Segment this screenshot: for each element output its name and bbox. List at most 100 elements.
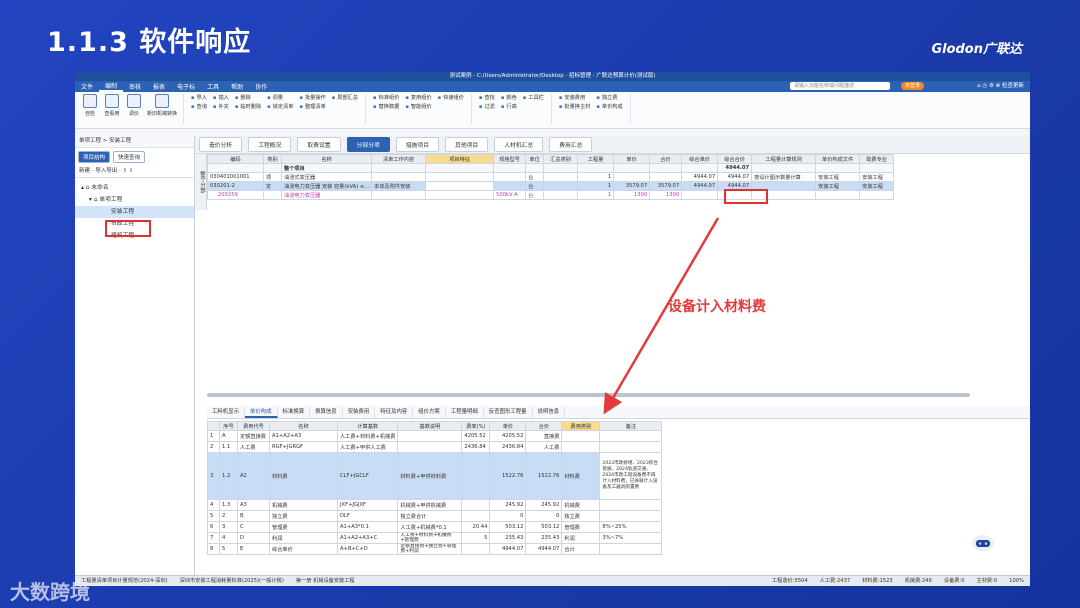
col-fee-code[interactable]: 费用代号 [237, 421, 270, 431]
table-row[interactable]: 6 3 C 管理费 A1+A3*0.1 人工费+机械费*0.1 20.44 503.12 503… [207, 521, 663, 533]
col-amount[interactable]: 合价 [525, 421, 563, 431]
tab-quick-query[interactable]: 快速查询 [113, 151, 146, 163]
std-pricing-button[interactable]: 标准组价 [373, 94, 400, 103]
lock-list-button[interactable]: 锁定清单 [267, 103, 294, 112]
col-price-file[interactable]: 单价构成文件 [815, 154, 861, 164]
sort-list-button[interactable]: 整理清单 [299, 103, 326, 112]
color-button[interactable]: 颜色 [501, 94, 516, 103]
col-rate[interactable]: 费率(%) [461, 421, 491, 431]
tab-qty-detail[interactable]: 工程量明细 [446, 406, 484, 418]
tab-fee-settings[interactable]: 取费设置 [297, 137, 341, 152]
view-usage-button[interactable]: 查看用 [101, 94, 123, 117]
col-unit[interactable]: 单位 [525, 154, 545, 164]
menu-collab[interactable]: 协作 [249, 82, 273, 91]
tab-install-fee[interactable]: 安装费用 [343, 406, 376, 418]
menu-ebid[interactable]: 电子标 [171, 82, 201, 91]
tab-resource-display[interactable]: 工料机显示 [207, 406, 245, 418]
tab-sub-items[interactable]: 分部分项 [346, 137, 390, 152]
table-row[interactable]: 2 1.1 人工费 RGF+JGRGF 人工费+甲供人工费 2436.84 2436.84 人… [207, 441, 663, 453]
col-seq[interactable]: 序号 [219, 421, 238, 431]
col-base[interactable]: 计算基数 [336, 421, 399, 431]
tab-std-conversion[interactable]: 标准换算 [278, 406, 311, 418]
col-specialty[interactable]: 取费专业 [859, 154, 895, 164]
table-row[interactable]: 030401001001 项油浸式变压器台 1 4944.07 4944.07 按设计图示… [207, 172, 895, 182]
batch-main-material-button[interactable]: 批量换主材 [559, 103, 590, 112]
local-summary-button[interactable]: 局部汇总 [332, 94, 358, 103]
col-type[interactable]: 类别 [263, 154, 282, 164]
insert-button[interactable]: 插入 [213, 94, 228, 103]
menu-review[interactable]: 审核 [123, 82, 147, 91]
col-total[interactable]: 合价 [649, 154, 683, 164]
table-row[interactable]: 整个项目 4944.07 [207, 163, 895, 173]
quick-pricing-button[interactable]: 快速组价 [438, 94, 464, 103]
login-badge[interactable]: 未登录 [900, 82, 924, 90]
toolbar-button[interactable]: 工具栏 [523, 94, 544, 103]
table-row[interactable]: 1 A 定额直接费 A1+A2+A3 人工费+材料费+机械费 4205.52 4205.52… [207, 430, 663, 442]
col-qty[interactable]: 工程量 [577, 154, 615, 164]
batch-op-button[interactable]: 批量操作 [299, 94, 326, 103]
menu-file[interactable]: 文件 [75, 82, 99, 91]
reuse-pricing-button[interactable]: 复用组价 [405, 94, 432, 103]
self-check-button[interactable]: 自检 [79, 94, 101, 117]
temp-delete-button[interactable]: 临时删除 [235, 103, 261, 112]
tab-features[interactable]: 特征及内容 [375, 406, 414, 418]
menu-edit[interactable]: 编制 [99, 81, 124, 92]
table-row[interactable]: 8 5 E 综合单价 A+B+C+D 定额直接费+独立费+管理费+利润 4944.07 494… [207, 543, 663, 555]
import-button[interactable]: 导入 [191, 94, 207, 103]
tree-item-root[interactable]: ▴ ⌂ 未命名 [75, 182, 194, 194]
col-comp-price[interactable]: 综合单价 [681, 154, 719, 164]
smart-pricing-button[interactable]: 智能组价 [405, 103, 432, 112]
adjust-price-button[interactable]: 调价 [123, 94, 145, 117]
filter-button[interactable]: 过滤 [479, 103, 494, 112]
col-fee-category[interactable]: 费用类别 [561, 421, 601, 431]
check-update-icons[interactable]: ⌂ ◷ ⚙ ⊗ 检查更新 [977, 81, 1024, 92]
unit-price-comp-button[interactable]: 单价构成 [596, 103, 623, 112]
supplement-button[interactable]: 补充 [213, 103, 228, 112]
independent-fee-button[interactable]: 独立费 [596, 94, 622, 103]
tab-unit-price-comp[interactable]: 单价构成 [244, 406, 278, 418]
col-spec[interactable]: 规格型号 [493, 154, 527, 164]
adjust-qty-button[interactable]: 调量 [267, 94, 293, 103]
col-summary-cat[interactable]: 汇总类别 [543, 154, 579, 164]
find-button[interactable]: 查找 [479, 94, 494, 103]
horizontal-scrollbar[interactable] [207, 393, 970, 397]
zoom-level[interactable]: 100% [1003, 576, 1030, 586]
tab-other-items[interactable]: 其他项目 [445, 137, 489, 152]
function-search-input[interactable]: 请输入功能名称或问题描述 [790, 82, 890, 90]
menu-tools[interactable]: 工具 [201, 82, 225, 91]
tab-pricing-plan[interactable]: 组价方案 [413, 406, 446, 418]
tab-project-structure[interactable]: 项目结构 [78, 151, 111, 163]
tree-item-single[interactable]: ▾ ⌂ 单项工程 [75, 194, 194, 206]
tab-notes[interactable]: 说明信息 [533, 406, 566, 418]
table-row-material[interactable]: 3 1.2 A2 材料费 CLF+JGCLF 材料费+甲供材料费 1522.76 1522.7… [207, 452, 663, 500]
table-row[interactable]: 200259 油浸电力变压器 500kV·A 台 1 1300 1300 [207, 190, 895, 200]
install-fee-button[interactable]: 安装费用 [559, 94, 590, 103]
col-price[interactable]: 单价 [489, 421, 527, 431]
col-unit-price[interactable]: 单价 [613, 154, 651, 164]
assistant-robot-icon[interactable] [970, 532, 996, 552]
table-row[interactable]: 5 2 B 独立费 DLF 独立费合计 0 0 独立费 [207, 510, 663, 522]
col-comp-total[interactable]: 综合合价 [717, 154, 753, 164]
col-fee-name[interactable]: 名称 [269, 421, 338, 431]
col-remark[interactable]: 备注 [599, 421, 663, 431]
tab-conversion-info[interactable]: 换算信息 [310, 406, 343, 418]
tab-measures[interactable]: 措施项目 [395, 137, 440, 152]
col-code[interactable]: 编码 [207, 154, 264, 164]
menu-help[interactable]: 帮助 [225, 82, 249, 91]
tab-cost-analysis[interactable]: 造价分析 [199, 137, 243, 152]
tab-fee-summary[interactable]: 费用汇总 [549, 137, 593, 152]
col-feature[interactable]: 项目特征 [425, 154, 495, 164]
table-row[interactable]: 030201-2 定油浸电力变压器 安装 容量(kVA) ≤... 本体及附件安装台… [207, 181, 895, 191]
replace-data-button[interactable]: 替换数据 [373, 103, 400, 112]
delete-button[interactable]: 删除 [235, 94, 261, 103]
col-base-desc[interactable]: 基数说明 [397, 421, 463, 431]
menu-report[interactable]: 报表 [147, 82, 171, 91]
row-height-button[interactable]: 行高 [501, 103, 516, 112]
col-work[interactable]: 清单工作内容 [371, 154, 427, 164]
query-button[interactable]: 查询 [191, 103, 207, 112]
tab-overview[interactable]: 工程概况 [248, 137, 292, 152]
table-row[interactable]: 7 4 D 利润 A1+A2+A3+C 人工费+材料费+机械费+管理费 5 235.43 235… [207, 532, 663, 544]
col-rule[interactable]: 工程量计算规则 [751, 154, 817, 164]
tree-item-install[interactable]: 安装工程 [75, 206, 194, 218]
machine-convert-button[interactable]: 新旧机械转换 [145, 94, 179, 117]
